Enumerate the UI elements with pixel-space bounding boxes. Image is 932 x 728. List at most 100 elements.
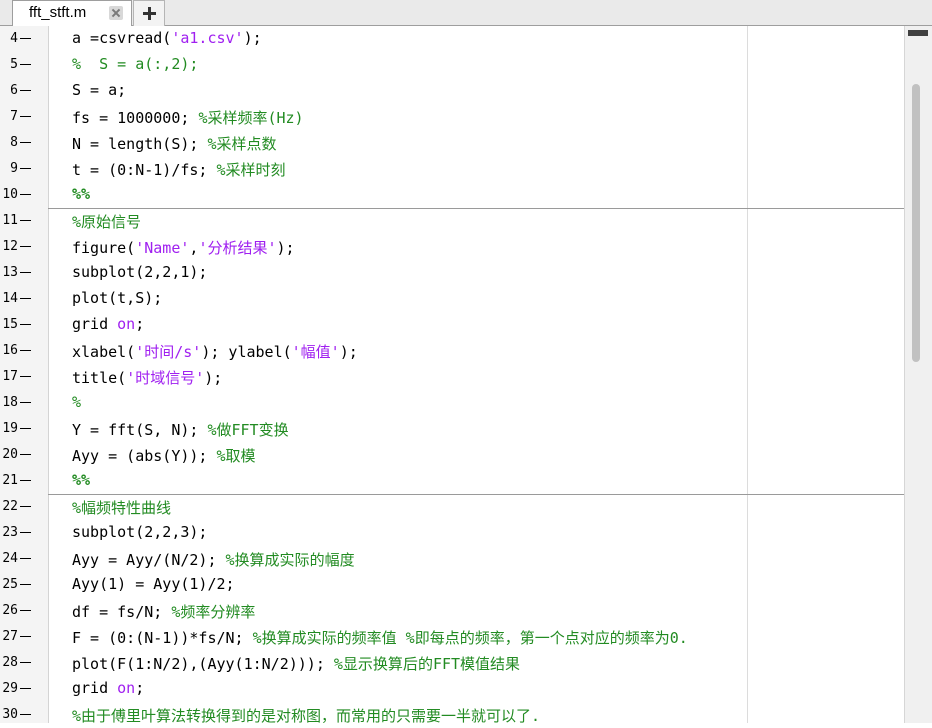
code-line[interactable]: 7 fs = 1000000; %采样频率(Hz) (0, 104, 904, 130)
code-line[interactable]: 19 Y = fft(S, N); %做FFT变换 (0, 416, 904, 442)
code-line[interactable]: 18% (0, 390, 904, 416)
code-token: a =csvread( (72, 29, 172, 47)
code-text: figure('Name','分析结果'); (72, 237, 295, 258)
breakpoint-marker[interactable] (20, 480, 31, 481)
code-line[interactable]: 10%% (0, 182, 904, 208)
code-line[interactable]: 11 %原始信号 (0, 208, 904, 234)
code-token: grid (72, 679, 118, 697)
close-icon[interactable] (109, 6, 123, 20)
code-token: Y = fft(S, N); (72, 421, 208, 439)
comment: % S = a(:,2); (72, 55, 199, 73)
split-handle-icon[interactable] (908, 30, 928, 36)
code-text: t = (0:N-1)/fs; %采样时刻 (72, 159, 286, 180)
breakpoint-marker[interactable] (20, 350, 31, 351)
code-line[interactable]: 21%% (0, 468, 904, 494)
breakpoint-marker[interactable] (20, 246, 31, 247)
scrollbar-thumb[interactable] (912, 84, 920, 362)
line-number: 16 (2, 343, 18, 358)
comment: %换算成实际的幅度 (225, 551, 355, 569)
line-number: 20 (2, 447, 18, 462)
breakpoint-marker[interactable] (20, 558, 31, 559)
code-token: subplot(2,2,3); (72, 523, 208, 541)
breakpoint-marker[interactable] (20, 454, 31, 455)
line-number: 28 (2, 655, 18, 670)
code-line[interactable]: 26 df = fs/N; %频率分辨率 (0, 598, 904, 624)
code-token: ); (243, 29, 262, 47)
code-line[interactable]: 29 grid on; (0, 676, 904, 702)
breakpoint-marker[interactable] (20, 688, 31, 689)
breakpoint-marker[interactable] (20, 116, 31, 117)
code-line[interactable]: 24 Ayy = Ayy/(N/2); %换算成实际的幅度 (0, 546, 904, 572)
breakpoint-marker[interactable] (20, 90, 31, 91)
code-token: ); ylabel( (201, 343, 292, 361)
code-line[interactable]: 16 xlabel('时间/s'); ylabel('幅值'); (0, 338, 904, 364)
string-literal: 'Name' (135, 239, 190, 257)
code-text: %% (72, 471, 90, 489)
line-number: 4 (10, 31, 18, 46)
breakpoint-marker[interactable] (20, 714, 31, 715)
breakpoint-marker[interactable] (20, 220, 31, 221)
code-line[interactable]: 17 title('时域信号'); (0, 364, 904, 390)
code-token: xlabel( (72, 343, 136, 361)
code-line[interactable]: 4 a =csvread('a1.csv'); (0, 26, 904, 52)
breakpoint-marker[interactable] (20, 636, 31, 637)
line-number: 23 (2, 525, 18, 540)
breakpoint-marker[interactable] (20, 428, 31, 429)
code-line[interactable]: 28 plot(F(1:N/2),(Ayy(1:N/2))); %显示换算后的FF… (0, 650, 904, 676)
breakpoint-marker[interactable] (20, 298, 31, 299)
add-icon[interactable] (133, 0, 165, 26)
code-line[interactable]: 27 F = (0:(N-1))*fs/N; %换算成实际的频率值 %即每点的频率… (0, 624, 904, 650)
code-line[interactable]: 9 t = (0:N-1)/fs; %采样时刻 (0, 156, 904, 182)
breakpoint-marker[interactable] (20, 610, 31, 611)
breakpoint-marker[interactable] (20, 142, 31, 143)
code-text: fs = 1000000; %采样频率(Hz) (72, 107, 304, 128)
breakpoint-marker[interactable] (20, 506, 31, 507)
breakpoint-marker[interactable] (20, 324, 31, 325)
code-text: subplot(2,2,3); (72, 523, 207, 541)
code-line[interactable]: 5 % S = a(:,2); (0, 52, 904, 78)
code-text: plot(F(1:N/2),(Ayy(1:N/2))); %显示换算后的FFT模… (72, 653, 520, 674)
breakpoint-marker[interactable] (20, 376, 31, 377)
comment: %采样时刻 (216, 161, 286, 179)
breakpoint-marker[interactable] (20, 64, 31, 65)
line-number: 25 (2, 577, 18, 592)
string-literal: '分析结果' (198, 239, 277, 257)
breakpoint-marker[interactable] (20, 272, 31, 273)
code-token: ; (135, 679, 145, 697)
code-token: ); (339, 343, 358, 361)
breakpoint-marker[interactable] (20, 662, 31, 663)
code-token: N = length(S); (72, 135, 208, 153)
breakpoint-marker[interactable] (20, 38, 31, 39)
code-text: xlabel('时间/s'); ylabel('幅值'); (72, 341, 358, 362)
code-line[interactable]: 12 figure('Name','分析结果'); (0, 234, 904, 260)
code-line[interactable]: 30 %由于傅里叶算法转换得到的是对称图，而常用的只需要一半就可以了. (0, 702, 904, 728)
breakpoint-marker[interactable] (20, 532, 31, 533)
code-line[interactable]: 15 grid on; (0, 312, 904, 338)
code-line[interactable]: 14 plot(t,S); (0, 286, 904, 312)
file-tab[interactable]: fft_stft.m (12, 0, 132, 26)
code-line[interactable]: 20 Ayy = (abs(Y)); %取模 (0, 442, 904, 468)
code-text: %幅频特性曲线 (72, 497, 171, 518)
line-number: 10 (2, 187, 18, 202)
code-line[interactable]: 22 %幅频特性曲线 (0, 494, 904, 520)
breakpoint-marker[interactable] (20, 168, 31, 169)
breakpoint-marker[interactable] (20, 584, 31, 585)
code-token: S = a; (72, 81, 127, 99)
code-line[interactable]: 6 S = a; (0, 78, 904, 104)
code-token: t = (0:N-1)/fs; (72, 161, 217, 179)
cell-marker: %% (72, 185, 91, 203)
code-editor[interactable]: 4 a =csvread('a1.csv'); 5 % S = a(:,2); 6 S =… (0, 26, 904, 725)
breakpoint-marker[interactable] (20, 194, 31, 195)
comment: %换算成实际的频率值 %即每点的频率，第一个点对应的频率为0. (252, 629, 688, 647)
vertical-scrollbar[interactable] (904, 26, 932, 723)
code-line[interactable]: 8 N = length(S); %采样点数 (0, 130, 904, 156)
code-token: subplot(2,2,1); (72, 263, 208, 281)
code-text: Ayy = (abs(Y)); %取模 (72, 445, 256, 466)
comment: %由于傅里叶算法转换得到的是对称图，而常用的只需要一半就可以了. (72, 707, 541, 725)
breakpoint-marker[interactable] (20, 402, 31, 403)
line-number: 30 (2, 707, 18, 722)
line-number: 27 (2, 629, 18, 644)
code-line[interactable]: 25 Ayy(1) = Ayy(1)/2; (0, 572, 904, 598)
code-line[interactable]: 23 subplot(2,2,3); (0, 520, 904, 546)
code-line[interactable]: 13 subplot(2,2,1); (0, 260, 904, 286)
